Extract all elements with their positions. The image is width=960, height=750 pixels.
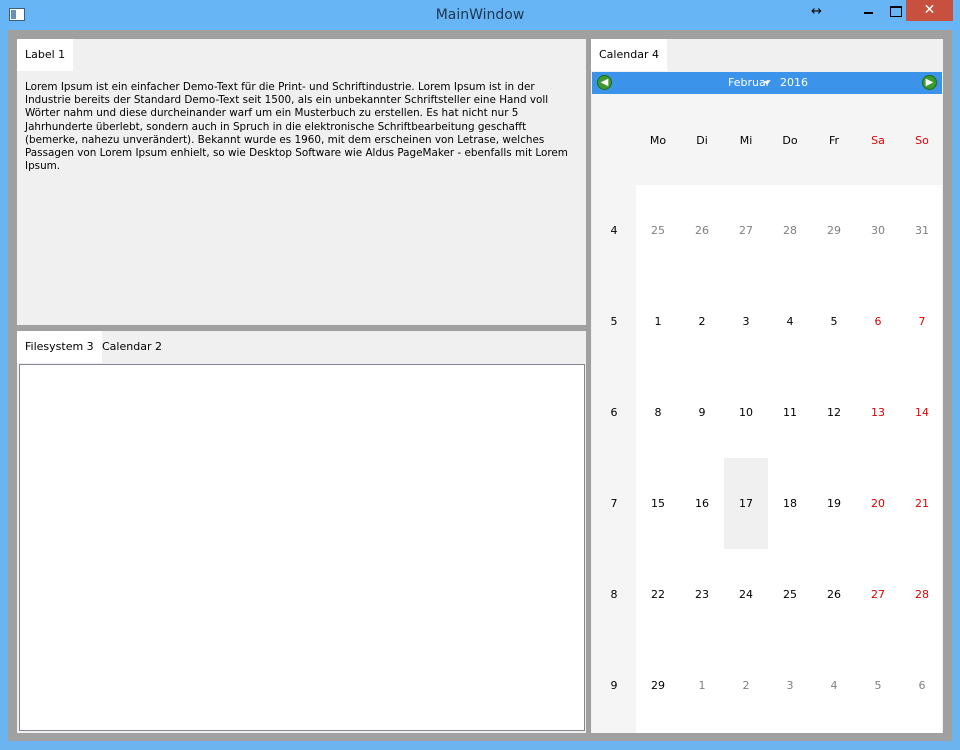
arrow-left-icon[interactable]: ◀ [597,75,612,90]
weekday-label: Mo [649,134,667,147]
calendar-day[interactable]: 28 [900,549,944,640]
weekday-label: So [915,134,929,147]
week-number: 9 [610,679,618,692]
calendar-day[interactable]: 6 [856,276,900,367]
calendar-day[interactable]: 4 [812,640,856,731]
minimize-button[interactable] [854,0,882,22]
calendar-day[interactable]: 14 [900,367,944,458]
calendar-day[interactable]: 29 [812,185,856,276]
calendar-day[interactable]: 21 [900,458,944,549]
calendar-day[interactable]: 4 [768,276,812,367]
calendar-day[interactable]: 1 [636,276,680,367]
calendar-day[interactable]: 13 [856,367,900,458]
calendar-day[interactable]: 25 [636,185,680,276]
calendar-navigation: ◀ Februar 2016 ▶ [592,72,942,94]
filesystem-dock: Filesystem 3 Calendar 2 [17,331,586,733]
calendar-day[interactable]: 2 [724,640,768,731]
arrow-right-icon[interactable]: ▶ [922,75,937,90]
calendar-day[interactable]: 9 [680,367,724,458]
bottom-tabbar: Filesystem 3 Calendar 2 [17,331,586,363]
filesystem-view[interactable] [19,364,585,731]
resize-icon: ↔ [811,4,822,19]
tab-calendar-4[interactable]: Calendar 4 [591,39,667,71]
week-number: 4 [610,224,618,237]
calendar-day[interactable]: 15 [636,458,680,549]
weekday-label: Mi [739,134,753,147]
calendar-day[interactable]: 11 [768,367,812,458]
chevron-down-icon[interactable] [764,81,770,85]
client-area: Label 1 Lorem Ipsum ist ein einfacher De… [8,30,952,741]
weekday-label: Do [782,134,798,147]
calendar-day[interactable]: 29 [636,640,680,731]
calendar-day[interactable]: 23 [680,549,724,640]
calendar-day[interactable]: 2 [680,276,724,367]
weekday-label: Sa [871,134,885,147]
close-button[interactable]: ✕ [906,0,953,21]
tab-filesystem-3[interactable]: Filesystem 3 [17,331,102,363]
calendar-day[interactable]: 7 [900,276,944,367]
calendar-day[interactable]: 6 [900,640,944,731]
week-number: 8 [610,588,618,601]
calendar-day[interactable]: 12 [812,367,856,458]
calendar-tabbar: Calendar 4 [591,39,943,71]
weekday-label: Fr [828,134,840,147]
tab-label-1[interactable]: Label 1 [17,39,74,71]
week-number: 7 [610,497,618,510]
title-bar[interactable]: MainWindow ↔ ✕ [0,0,960,30]
week-number: 6 [610,406,618,419]
calendar-day[interactable]: 30 [856,185,900,276]
calendar-day[interactable]: 10 [724,367,768,458]
tab-calendar-2[interactable]: Calendar 2 [94,331,170,363]
calendar-day[interactable]: 17 [724,458,768,549]
calendar-day[interactable]: 28 [768,185,812,276]
calendar-day[interactable]: 8 [636,367,680,458]
weekday-label: Di [696,134,708,147]
calendar-day[interactable]: 25 [768,549,812,640]
calendar-day[interactable]: 5 [856,640,900,731]
year-selector[interactable]: 2016 [780,76,808,89]
calendar-day[interactable]: 18 [768,458,812,549]
calendar-day[interactable]: 27 [856,549,900,640]
label-tabbar: Label 1 [17,39,586,71]
calendar-day[interactable]: 31 [900,185,944,276]
calendar-day[interactable]: 22 [636,549,680,640]
calendar-day[interactable]: 3 [768,640,812,731]
calendar-dock: Calendar 4 ◀ Februar 2016 ▶ Mo Di Mi Do Fr Sa… [591,39,943,733]
close-icon: ✕ [923,2,936,18]
lorem-text: Lorem Ipsum ist ein einfacher Demo-Text … [25,81,568,173]
calendar-day[interactable]: 3 [724,276,768,367]
label-dock: Label 1 Lorem Ipsum ist ein einfacher De… [17,39,586,325]
calendar-day[interactable]: 26 [812,549,856,640]
calendar-day[interactable]: 16 [680,458,724,549]
calendar-day[interactable]: 20 [856,458,900,549]
calendar-day[interactable]: 1 [680,640,724,731]
calendar-day[interactable]: 19 [812,458,856,549]
calendar-day[interactable]: 27 [724,185,768,276]
calendar-day[interactable]: 26 [680,185,724,276]
calendar-day[interactable]: 24 [724,549,768,640]
week-number: 5 [610,315,618,328]
calendar-day[interactable]: 5 [812,276,856,367]
